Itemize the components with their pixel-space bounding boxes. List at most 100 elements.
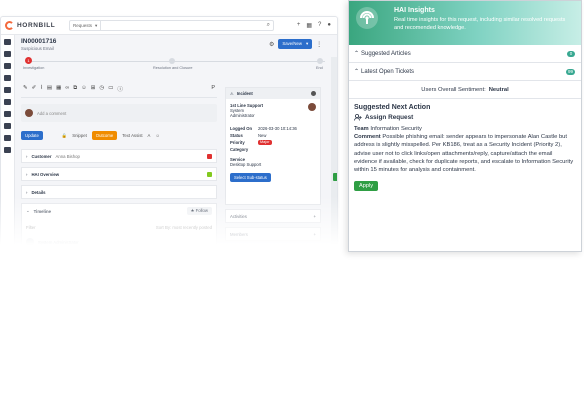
toolbar-pin[interactable]: P bbox=[211, 85, 215, 93]
apply-button[interactable]: Apply bbox=[354, 181, 378, 192]
latest-open-tickets-row[interactable]: ⌃ Latest Open Tickets 99 bbox=[349, 63, 581, 81]
latest-open-tickets-count: 99 bbox=[565, 68, 575, 75]
snippet-button[interactable]: Snippet bbox=[72, 133, 87, 138]
ticket-header: IN00001716 Suspicious Email bbox=[21, 38, 56, 51]
link-icon[interactable]: ∞ bbox=[65, 85, 69, 93]
priority-key: Priority bbox=[230, 140, 245, 145]
avatar bbox=[25, 109, 33, 117]
priority-badge[interactable]: Major bbox=[258, 140, 272, 145]
hai-insights-panel: HAI Insights Real time insights for this… bbox=[348, 0, 582, 252]
hornbill-logo[interactable]: HORNBILL bbox=[1, 21, 67, 30]
user-sentiment: Users Overall Sentiment: Neutral bbox=[349, 81, 581, 99]
status-key: Status bbox=[230, 133, 243, 138]
avatar bbox=[308, 103, 316, 111]
search-icon[interactable]: ⌕ bbox=[267, 22, 273, 29]
add-icon[interactable]: + bbox=[313, 214, 316, 219]
members-section[interactable]: Members + bbox=[225, 227, 321, 241]
ticket-id: IN00001716 bbox=[21, 38, 57, 45]
team-line: Team Information Security bbox=[354, 125, 576, 133]
message-icon[interactable]: ▭ bbox=[108, 85, 113, 93]
grid-icon[interactable]: ▦ bbox=[306, 22, 312, 29]
info-icon[interactable]: ⓘ bbox=[117, 85, 123, 93]
select-sub-status-button[interactable]: Select Sub-status bbox=[230, 173, 271, 182]
team-value: Information Security bbox=[370, 126, 422, 132]
people-icon[interactable] bbox=[4, 75, 11, 81]
category-key: Category bbox=[230, 147, 249, 152]
edit-icon[interactable]: ✎ bbox=[23, 85, 28, 93]
help-icon[interactable]: ? bbox=[318, 22, 321, 29]
code-alt-icon[interactable] bbox=[4, 99, 11, 105]
comment-value: Possible phishing email: sender appears … bbox=[354, 134, 574, 174]
header-actions: ⚙ Save/New ▾ ⋮ bbox=[269, 39, 322, 49]
chat-icon[interactable] bbox=[4, 135, 11, 141]
attach-icon[interactable]: ⌇ bbox=[40, 85, 43, 93]
settings-icon[interactable]: ⚙ bbox=[269, 41, 274, 48]
monitor-icon[interactable] bbox=[4, 147, 11, 153]
chevron-right-icon: › bbox=[26, 189, 28, 195]
next-action-title: Suggested Next Action bbox=[354, 104, 431, 111]
details-section[interactable]: › Details bbox=[21, 185, 217, 199]
chevron-right-icon: › bbox=[26, 153, 28, 159]
clock-icon[interactable]: ◷ bbox=[99, 85, 104, 93]
customer-status-icon bbox=[207, 153, 212, 159]
chevron-up-icon: ⌃ bbox=[354, 69, 360, 75]
calendar-icon[interactable]: ▦ bbox=[56, 85, 61, 93]
add-icon[interactable]: + bbox=[313, 232, 316, 237]
home-icon[interactable] bbox=[4, 39, 11, 45]
more-icon[interactable]: ⋮ bbox=[316, 41, 322, 48]
hornbill-logo-icon bbox=[5, 21, 14, 30]
update-row: Update 🔒 Snippet Outcome Text Assist A ☺ bbox=[21, 131, 217, 140]
assign-request-label: Assign Request bbox=[365, 114, 414, 121]
support-assignment[interactable]: 1st Line Support System Administrator bbox=[230, 103, 316, 118]
hai-overview-section[interactable]: › HAI Overview bbox=[21, 167, 217, 181]
sort-dropdown[interactable]: Sort By: most recently posted bbox=[156, 225, 212, 230]
folder-icon[interactable] bbox=[4, 111, 11, 117]
view-icon[interactable] bbox=[311, 91, 316, 96]
progress-stage-current[interactable]: 1 bbox=[25, 57, 32, 64]
assign-request-heading: Assign Request bbox=[354, 114, 576, 121]
filter-dropdown[interactable]: Filter bbox=[26, 225, 36, 230]
emoji-icon[interactable]: ☺ bbox=[155, 133, 159, 138]
search-scope-select[interactable]: Requests ▾ bbox=[70, 21, 102, 30]
font-icon[interactable]: A bbox=[148, 133, 151, 138]
hai-logo-icon bbox=[356, 7, 378, 29]
next-action-details: Team Information Security Comment Possib… bbox=[354, 125, 576, 174]
user-icon[interactable]: ● bbox=[327, 22, 331, 29]
progress-line bbox=[29, 61, 325, 62]
activities-section[interactable]: Activities + bbox=[225, 209, 321, 223]
suggested-articles-row[interactable]: ⌃ Suggested Articles 0 bbox=[349, 45, 581, 63]
incident-column: ⚠ Incident 1st Line Support System Admin… bbox=[225, 87, 321, 241]
logo-text: HORNBILL bbox=[17, 22, 56, 29]
chevron-up-icon: ⌃ bbox=[354, 51, 360, 57]
outcome-button[interactable]: Outcome bbox=[91, 131, 118, 140]
logged-on-key: Logged On bbox=[230, 126, 253, 131]
category-row: Category bbox=[230, 147, 316, 152]
follow-button[interactable]: ★ Follow bbox=[186, 207, 212, 215]
comment-label: Comment bbox=[354, 134, 381, 141]
people-icon[interactable]: ☺ bbox=[81, 85, 87, 93]
lock-icon[interactable]: 🔒 bbox=[62, 133, 67, 139]
customer-section[interactable]: › Customer Anna Bishop bbox=[21, 149, 217, 163]
hai-header: HAI Insights Real time insights for this… bbox=[349, 1, 581, 45]
document-icon[interactable]: ▤ bbox=[47, 85, 52, 93]
mail-icon[interactable] bbox=[4, 63, 11, 69]
pen-icon[interactable]: ✐ bbox=[32, 85, 37, 93]
comment-input[interactable]: Add a comment bbox=[21, 104, 217, 122]
comment-placeholder: Add a comment bbox=[37, 110, 67, 116]
copy-icon[interactable]: ⧉ bbox=[73, 85, 77, 93]
list-icon[interactable] bbox=[4, 51, 11, 57]
search-scope-label: Requests bbox=[73, 23, 93, 28]
code-icon[interactable] bbox=[4, 87, 11, 93]
workflow-progress: 1 Investigation Resolution and Closure E… bbox=[23, 57, 325, 70]
update-button[interactable]: Update bbox=[21, 131, 43, 140]
progress-stage-resolution[interactable] bbox=[169, 58, 175, 64]
text-assist-button[interactable]: Text Assist bbox=[122, 133, 142, 138]
apply-button-partial[interactable] bbox=[333, 173, 337, 181]
save-new-button[interactable]: Save/New ▾ bbox=[278, 39, 313, 49]
global-search[interactable]: Requests ▾ ⌕ bbox=[69, 20, 274, 31]
book-icon[interactable] bbox=[4, 123, 11, 129]
progress-stage-end[interactable] bbox=[317, 58, 323, 64]
grid-icon[interactable]: ⊞ bbox=[91, 85, 96, 93]
add-icon[interactable]: + bbox=[297, 22, 301, 29]
hai-description: Real time insights for this request, inc… bbox=[394, 17, 566, 31]
